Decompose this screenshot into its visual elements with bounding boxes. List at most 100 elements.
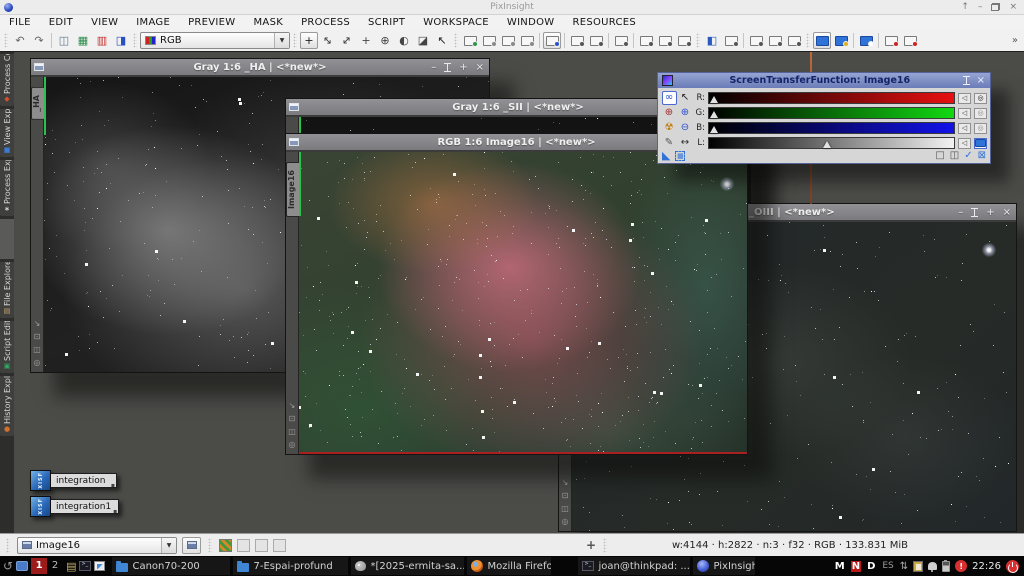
readout-target-icon[interactable]: ◎ <box>562 517 569 526</box>
channel-midtone-marker[interactable] <box>710 126 718 133</box>
menu-view[interactable]: VIEW <box>82 15 127 30</box>
notifications-icon[interactable] <box>928 562 937 570</box>
channel-gradient-bar[interactable] <box>708 107 955 119</box>
screen-edit-icon[interactable] <box>480 32 498 49</box>
screen-view-f-icon[interactable] <box>766 32 784 49</box>
edit-parameters-icon[interactable]: ✎ <box>662 136 677 150</box>
readout-icon[interactable]: ☢ <box>662 121 677 135</box>
image-canvas-rgb[interactable] <box>299 152 747 454</box>
shade-dialog-icon[interactable] <box>963 76 970 85</box>
undo-icon[interactable]: ↶ <box>11 32 29 49</box>
screen-view-a-icon[interactable] <box>637 32 655 49</box>
window-manager-icon[interactable]: ↺ <box>3 560 13 572</box>
stf-select-icon[interactable]: ↖ <box>678 91 693 105</box>
mask-display-icon[interactable]: ◪ <box>414 32 432 49</box>
archive-launcher-icon[interactable]: ▤ <box>66 561 76 572</box>
edit-instance-icon[interactable]: ◫ <box>950 150 959 161</box>
monitor-primary-icon[interactable] <box>813 32 831 49</box>
view-identifier-tab[interactable]: Image16 <box>286 162 299 217</box>
channel-gradient-bar[interactable] <box>708 137 955 149</box>
split-view-icon[interactable]: ◧ <box>703 32 721 49</box>
monitor-swap-icon[interactable] <box>857 32 875 49</box>
restore-window-icon[interactable] <box>991 3 1000 11</box>
channel-reset-button[interactable]: ◁ <box>958 93 971 104</box>
menu-file[interactable]: FILE <box>0 15 40 30</box>
menu-window[interactable]: WINDOW <box>498 15 564 30</box>
keyboard-layout-d[interactable]: D <box>866 561 876 572</box>
sidebar-tab-process-console[interactable]: Process Console◆ <box>0 54 14 106</box>
shift-icon[interactable]: ↔ <box>678 136 693 150</box>
screen-new-icon[interactable] <box>461 32 479 49</box>
invert-display-icon[interactable]: ◐ <box>395 32 413 49</box>
workspace-thumbnail-2[interactable] <box>237 539 250 552</box>
close-dialog-icon[interactable]: × <box>977 75 985 86</box>
task-joan-thinkpad-[interactable]: joan@thinkpad: ... <box>578 557 690 575</box>
screen-restore-icon[interactable] <box>612 32 630 49</box>
stf-toggle-icon[interactable] <box>543 32 561 49</box>
new-image-icon[interactable]: ▦ <box>74 32 92 49</box>
sidebar-tab-file-explorer[interactable]: File Explorer▤ <box>0 262 14 318</box>
channel-monitor-button[interactable] <box>974 138 987 149</box>
menu-image[interactable]: IMAGE <box>127 15 179 30</box>
channel-reset-button[interactable]: ◁ <box>958 123 971 134</box>
layers-icon[interactable]: ◫ <box>288 427 296 436</box>
minimize-button[interactable]: – <box>431 62 436 73</box>
zoom-button[interactable]: + <box>986 207 994 218</box>
boost-stretch-icon[interactable]: ▦ <box>675 151 685 161</box>
rgb-channels-icon[interactable]: ▥ <box>93 32 111 49</box>
menu-edit[interactable]: EDIT <box>40 15 82 30</box>
channel-gradient-bar[interactable] <box>708 122 955 134</box>
channel-midtone-marker[interactable] <box>710 111 718 118</box>
close-button[interactable]: × <box>476 62 484 73</box>
screen-view-g-icon[interactable] <box>785 32 803 49</box>
screen-upload-icon[interactable] <box>587 32 605 49</box>
zoom-in-icon[interactable]: ⊕ <box>662 106 677 120</box>
window-icon[interactable] <box>289 103 299 111</box>
center-image-icon[interactable]: ⊕ <box>376 32 394 49</box>
menu-workspace[interactable]: WORKSPACE <box>414 15 498 30</box>
sidebar-tab-view-explorer[interactable]: View Explorer■ <box>0 109 14 157</box>
select-cursor-icon[interactable]: ↖ <box>433 32 451 49</box>
clipboard-icon[interactable] <box>913 561 923 572</box>
menu-preview[interactable]: PREVIEW <box>179 15 244 30</box>
image-window-rgb[interactable]: RGB 1:6 Image16 | <*new*> –+× Image16 ↘⊡… <box>285 133 748 455</box>
monitor-close-all-icon[interactable] <box>901 32 919 49</box>
terminal-launcher-icon[interactable] <box>79 561 91 571</box>
task-7-espai-profund[interactable]: 7-Espai-profund <box>233 557 348 575</box>
window-titlebar[interactable]: Gray 1:6 _HA | <*new*> –+× <box>31 59 489 76</box>
menu-mask[interactable]: MASK <box>245 15 293 30</box>
zoom-in-alt-icon[interactable]: ⊕ <box>678 106 693 120</box>
stf-link-icon[interactable]: ∞ <box>662 91 677 105</box>
channel-reset-button[interactable]: ◁ <box>958 108 971 119</box>
selection-arrow-icon[interactable]: ↘ <box>289 401 296 410</box>
selection-arrow-icon[interactable]: ↘ <box>562 478 569 487</box>
view-identifier-tab[interactable]: _HA <box>31 87 44 120</box>
zoom-out-icon[interactable]: ⊖ <box>678 121 693 135</box>
selection-arrow-icon[interactable]: ↘ <box>34 319 41 328</box>
workspace-thumbnail-3[interactable] <box>255 539 268 552</box>
iconized-label[interactable]: integration1 <box>51 499 119 514</box>
menu-resources[interactable]: RESOURCES <box>563 15 645 30</box>
task-pixinsight[interactable]: PixInsight <box>693 557 755 575</box>
iconized-label[interactable]: integration <box>51 473 117 488</box>
monitor-pixels-icon[interactable] <box>832 32 850 49</box>
shade-button[interactable] <box>444 63 451 72</box>
workspace-thumbnail-4[interactable] <box>273 539 286 552</box>
show-desktop-icon[interactable] <box>16 561 28 571</box>
layers-icon[interactable]: ◫ <box>561 504 569 513</box>
combo-dropdown-arrow[interactable]: ▼ <box>274 33 289 48</box>
layers-icon[interactable]: ◫ <box>33 345 41 354</box>
stf-dialog[interactable]: ScreenTransferFunction: Image16 × ∞↖⊕⊕☢⊖… <box>657 72 991 164</box>
channel-reset-button[interactable]: ◁ <box>958 138 971 149</box>
channel-track-button[interactable]: ◎ <box>974 93 987 104</box>
task-mozilla-firefox[interactable]: Mozilla Firefox <box>467 557 551 575</box>
reset-icon[interactable]: ⊠ <box>978 150 986 161</box>
paste-image-icon[interactable]: ◫ <box>55 32 73 49</box>
workspace-button-2[interactable]: 2 <box>47 558 63 574</box>
select-view-button[interactable] <box>182 537 201 554</box>
sidebar-tab-history-explorer[interactable]: History Explorer● <box>0 376 14 436</box>
sidebar-tab-process-explorer[interactable]: Process Explorer∗ <box>0 160 14 216</box>
workspace-thumbnail-1[interactable] <box>219 539 232 552</box>
alert-icon[interactable]: ! <box>955 560 967 572</box>
screen-undo-icon[interactable] <box>499 32 517 49</box>
